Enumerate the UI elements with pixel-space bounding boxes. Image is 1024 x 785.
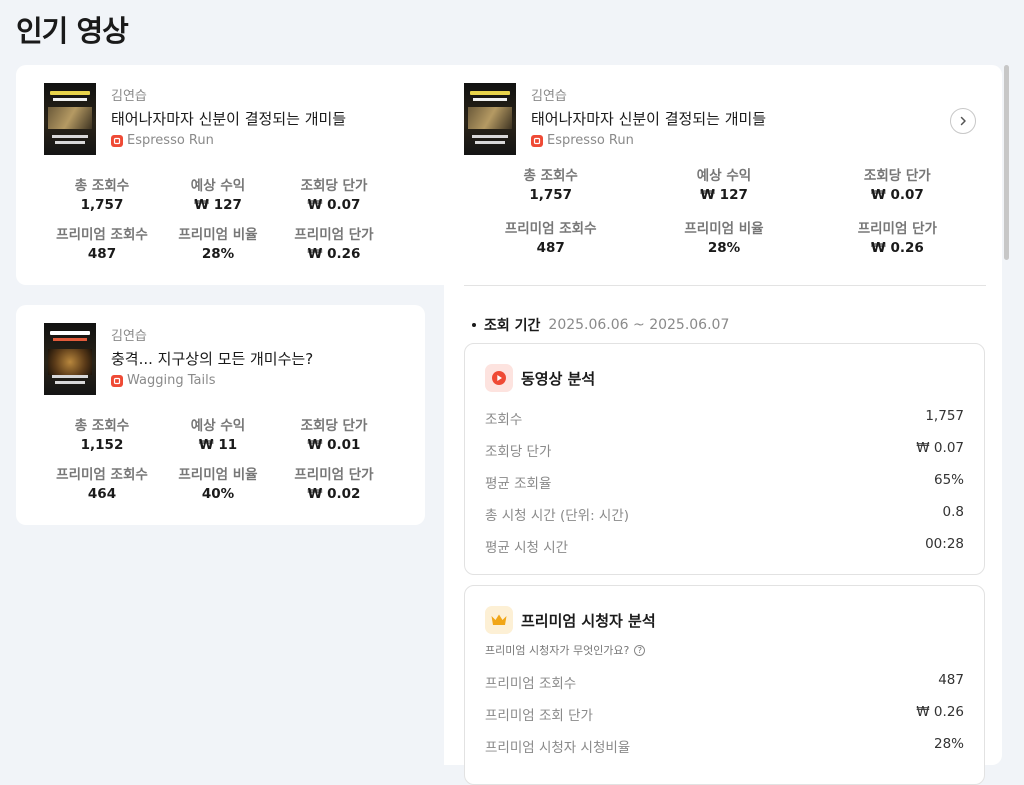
video-thumbnail[interactable] <box>464 83 516 155</box>
video-title[interactable]: 태어나자마자 신분이 결정되는 개미들 <box>111 108 346 129</box>
bullet-dot <box>472 323 476 327</box>
analysis-row: 프리미엄 조회 단가 ₩ 0.26 <box>485 704 964 724</box>
channel-name: Wagging Tails <box>127 373 216 388</box>
page-scrollbar[interactable] <box>1004 65 1009 260</box>
stat-premium-views: 프리미엄 조회수 487 <box>504 221 597 256</box>
video-title[interactable]: 충격... 지구상의 모든 개미수는? <box>111 348 313 369</box>
analysis-row: 조회당 단가 ₩ 0.07 <box>485 440 964 460</box>
stat-total-views: 총 조회수 1,757 <box>523 168 578 203</box>
video-thumbnail[interactable] <box>44 323 96 395</box>
chevron-right-icon <box>960 116 966 126</box>
channel-logo-icon <box>111 134 123 147</box>
analysis-row: 평균 조회율 65% <box>485 472 964 492</box>
stat-premium-views: 프리미엄 조회수 464 <box>56 467 148 502</box>
stat-est-revenue: 예상 수익 ₩ 127 <box>696 168 752 203</box>
stat-premium-price: 프리미엄 단가 ₩ 0.02 <box>294 467 374 502</box>
stat-premium-ratio: 프리미엄 비율 40% <box>178 467 258 502</box>
stat-total-views: 총 조회수 1,757 <box>74 178 130 213</box>
stat-cost-per-view: 조회당 단가 ₩ 0.07 <box>300 178 368 213</box>
analysis-row: 평균 시청 시간 00:28 <box>485 536 964 556</box>
page-title: 인기 영상 <box>16 14 129 48</box>
next-video-button[interactable] <box>950 108 976 134</box>
premium-help-text: 프리미엄 시청자가 무엇인가요? <box>485 644 630 657</box>
video-channel: Wagging Tails <box>111 373 215 388</box>
stat-cost-per-view: 조회당 단가 ₩ 0.07 <box>863 168 931 203</box>
video-channel: Espresso Run <box>531 133 634 148</box>
video-analysis-panel: 동영상 분석 조회수 1,757 조회당 단가 ₩ 0.07 평균 조회율 65% 총… <box>464 343 985 575</box>
stat-premium-price: 프리미엄 단가 ₩ 0.26 <box>857 221 937 256</box>
channel-logo-icon <box>531 134 543 147</box>
stat-est-revenue: 예상 수익 ₩ 11 <box>190 418 246 453</box>
channel-name: Espresso Run <box>547 133 634 148</box>
video-card[interactable]: 김연습 충격... 지구상의 모든 개미수는? Wagging Tails 총 … <box>16 305 425 525</box>
period-label: 조회 기간 <box>484 318 541 334</box>
period-range: 2025.06.06 ~ 2025.06.07 <box>548 317 730 333</box>
period-filter: 조회 기간 2025.06.06 ~ 2025.06.07 <box>472 315 729 335</box>
analysis-row: 총 시청 시간 (단위: 시간) 0.8 <box>485 504 964 524</box>
stat-premium-ratio: 프리미엄 비율 28% <box>178 227 258 262</box>
stat-cost-per-view: 조회당 단가 ₩ 0.01 <box>300 418 368 453</box>
video-author: 김연습 <box>111 329 147 344</box>
video-thumbnail[interactable] <box>44 83 96 155</box>
video-author: 김연습 <box>111 89 147 104</box>
stat-total-views: 총 조회수 1,152 <box>74 418 130 453</box>
channel-logo-icon <box>111 374 123 387</box>
play-circle-icon <box>485 364 513 392</box>
analysis-row: 조회수 1,757 <box>485 408 964 428</box>
premium-help-link[interactable]: 프리미엄 시청자가 무엇인가요? ? <box>485 642 646 658</box>
question-circle-icon[interactable]: ? <box>634 644 646 656</box>
divider <box>464 285 986 286</box>
crown-icon <box>485 606 513 634</box>
video-analysis-title: 동영상 분석 <box>521 369 596 388</box>
stat-premium-views: 프리미엄 조회수 487 <box>56 227 148 262</box>
video-card[interactable]: 김연습 태어나자마자 신분이 결정되는 개미들 Espresso Run 총 조… <box>16 65 444 285</box>
video-title: 태어나자마자 신분이 결정되는 개미들 <box>531 110 767 128</box>
premium-analysis-title: 프리미엄 시청자 분석 <box>521 611 656 630</box>
analysis-row: 프리미엄 조회수 487 <box>485 672 964 692</box>
video-detail-panel: 김연습 태어나자마자 신분이 결정되는 개미들 Espresso Run 총 조… <box>444 65 1002 785</box>
channel-name: Espresso Run <box>127 133 214 148</box>
stat-premium-price: 프리미엄 단가 ₩ 0.26 <box>294 227 374 262</box>
premium-analysis-panel: 프리미엄 시청자 분석 프리미엄 시청자가 무엇인가요? ? 프리미엄 조회수 4… <box>464 585 985 785</box>
stat-premium-ratio: 프리미엄 비율 28% <box>684 221 764 256</box>
video-author: 김연습 <box>531 89 567 104</box>
video-channel: Espresso Run <box>111 133 214 148</box>
stat-est-revenue: 예상 수익 ₩ 127 <box>190 178 246 213</box>
analysis-row: 프리미엄 시청자 시청비율 28% <box>485 736 964 756</box>
